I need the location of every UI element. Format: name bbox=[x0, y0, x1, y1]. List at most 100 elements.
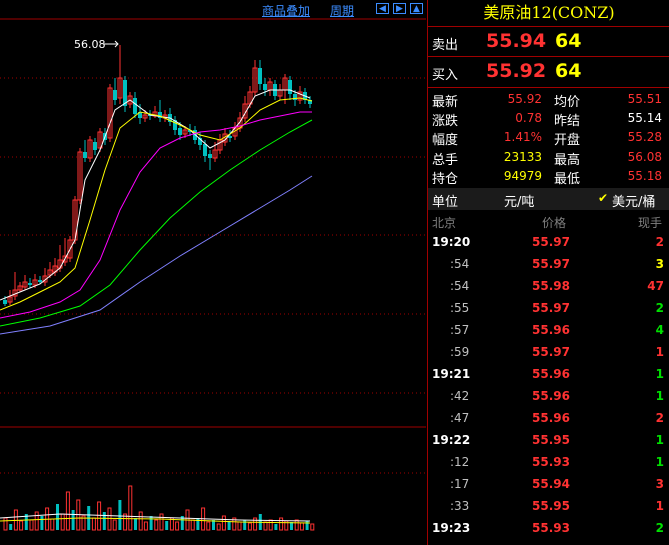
tick-price: 55.96 bbox=[532, 367, 570, 381]
tick-time: :12 bbox=[450, 455, 470, 469]
tick-row: 19:20 55.97 2 bbox=[428, 231, 669, 253]
sell-qty: 64 bbox=[555, 30, 582, 52]
tick-row: :47 55.96 2 bbox=[428, 407, 669, 429]
volume-bar bbox=[263, 521, 268, 531]
avg-label: 均价 bbox=[554, 95, 581, 110]
candle-body bbox=[93, 142, 97, 150]
candle-body bbox=[263, 84, 267, 90]
tick-time: :47 bbox=[450, 411, 470, 425]
volume-bar bbox=[165, 521, 169, 530]
volume-bar bbox=[274, 524, 278, 530]
candle-body bbox=[38, 280, 42, 282]
tick-qty: 1 bbox=[655, 433, 664, 447]
candle-body bbox=[258, 68, 262, 84]
high-label: 最高 bbox=[554, 153, 581, 168]
ticks-price-header: 价格 bbox=[542, 216, 567, 230]
period-button[interactable]: 周期 bbox=[330, 2, 354, 19]
volume-bar bbox=[190, 519, 195, 531]
tick-qty: 1 bbox=[655, 389, 664, 403]
volume-bar bbox=[175, 521, 180, 531]
volume-bar bbox=[279, 517, 284, 531]
tick-qty: 3 bbox=[655, 257, 664, 271]
volume-value: 23133 bbox=[503, 150, 542, 164]
volume-bar bbox=[294, 519, 299, 531]
tick-row: :17 55.94 3 bbox=[428, 473, 669, 495]
ticks-time-header: 北京 bbox=[432, 216, 457, 230]
tick-row: :12 55.93 1 bbox=[428, 451, 669, 473]
unit-cny-option[interactable]: 元/吨 bbox=[504, 191, 534, 210]
tick-row: :57 55.96 4 bbox=[428, 319, 669, 341]
tick-row: :59 55.97 1 bbox=[428, 341, 669, 363]
volume-bar bbox=[40, 516, 44, 530]
kline-chart[interactable]: 56.08 bbox=[0, 0, 426, 545]
open-label: 开盘 bbox=[554, 133, 581, 148]
volume-bar bbox=[60, 513, 65, 531]
arrow-left-icon[interactable]: ◀ bbox=[376, 3, 389, 14]
volume-bar bbox=[159, 513, 164, 531]
volume-bar bbox=[128, 485, 133, 531]
volume-bar bbox=[91, 517, 96, 531]
tick-price: 55.96 bbox=[532, 389, 570, 403]
ma5-line bbox=[0, 89, 311, 301]
tick-row: :42 55.96 1 bbox=[428, 385, 669, 407]
candle-body bbox=[178, 128, 182, 135]
oi-value: 94979 bbox=[503, 169, 542, 183]
check-icon: ✔ bbox=[598, 191, 609, 205]
arrow-up-icon[interactable]: ▲ bbox=[410, 3, 423, 14]
volume-bar bbox=[71, 510, 75, 530]
volume-bar bbox=[134, 518, 137, 530]
tick-qty: 2 bbox=[655, 411, 664, 425]
arrow-right-icon[interactable]: ▶ bbox=[393, 3, 406, 14]
volume-bar bbox=[268, 519, 273, 531]
volume-bar bbox=[221, 515, 226, 531]
ma40-line bbox=[0, 119, 313, 327]
tick-qty: 3 bbox=[655, 477, 664, 491]
volume-bar bbox=[143, 521, 148, 531]
volume-bar bbox=[118, 500, 122, 530]
tick-price: 55.94 bbox=[532, 477, 570, 491]
latest-value: 55.92 bbox=[507, 92, 542, 106]
overlay-button[interactable]: 商品叠加 bbox=[262, 2, 310, 19]
tick-price: 55.97 bbox=[532, 235, 570, 249]
tick-price: 55.95 bbox=[532, 433, 570, 447]
pct-value: 1.41% bbox=[503, 130, 542, 144]
tick-time: 19:21 bbox=[432, 367, 471, 381]
tick-row: :54 55.97 3 bbox=[428, 253, 669, 275]
tick-time: :42 bbox=[450, 389, 470, 403]
tick-time: 19:22 bbox=[432, 433, 471, 447]
volume-bar bbox=[237, 521, 242, 531]
volume-bar bbox=[138, 511, 143, 531]
tick-price: 55.95 bbox=[532, 499, 570, 513]
max-price-label: 56.08 bbox=[74, 38, 106, 51]
tick-qty: 47 bbox=[647, 279, 664, 293]
tick-qty: 2 bbox=[655, 521, 664, 535]
prev-close-value: 55.14 bbox=[627, 111, 662, 125]
tick-row: 19:21 55.96 1 bbox=[428, 363, 669, 385]
ma20-line bbox=[0, 111, 312, 319]
volume-bar bbox=[50, 518, 55, 531]
tick-time: :57 bbox=[450, 323, 470, 337]
volume-bar bbox=[107, 507, 112, 531]
tick-time: :59 bbox=[450, 345, 470, 359]
unit-usd-option[interactable]: 美元/桶 bbox=[612, 191, 655, 210]
avg-value: 55.51 bbox=[627, 92, 662, 106]
prev-close-label: 昨结 bbox=[554, 114, 581, 129]
kline-chart-panel[interactable]: 56.08 商品叠加 周期 ◀ ▶ ▲ bbox=[0, 0, 426, 545]
candle-body bbox=[113, 90, 117, 100]
tick-time: :33 bbox=[450, 499, 470, 513]
volume-bar bbox=[299, 522, 304, 531]
tick-price: 55.98 bbox=[532, 279, 570, 293]
volume-bar bbox=[97, 501, 102, 531]
buy-price: 55.92 bbox=[486, 60, 547, 82]
candle-body bbox=[83, 152, 87, 158]
tick-price: 55.96 bbox=[532, 323, 570, 337]
ticks-qty-header: 现手 bbox=[637, 216, 662, 230]
volume-bar bbox=[149, 516, 153, 530]
tick-qty: 1 bbox=[655, 345, 664, 359]
ma60-line bbox=[0, 175, 313, 335]
volume-bar bbox=[243, 520, 247, 530]
unit-label: 单位 bbox=[432, 195, 459, 210]
volume-bar bbox=[227, 521, 231, 530]
volume-bar bbox=[247, 522, 252, 531]
latest-label: 最新 bbox=[432, 95, 459, 110]
